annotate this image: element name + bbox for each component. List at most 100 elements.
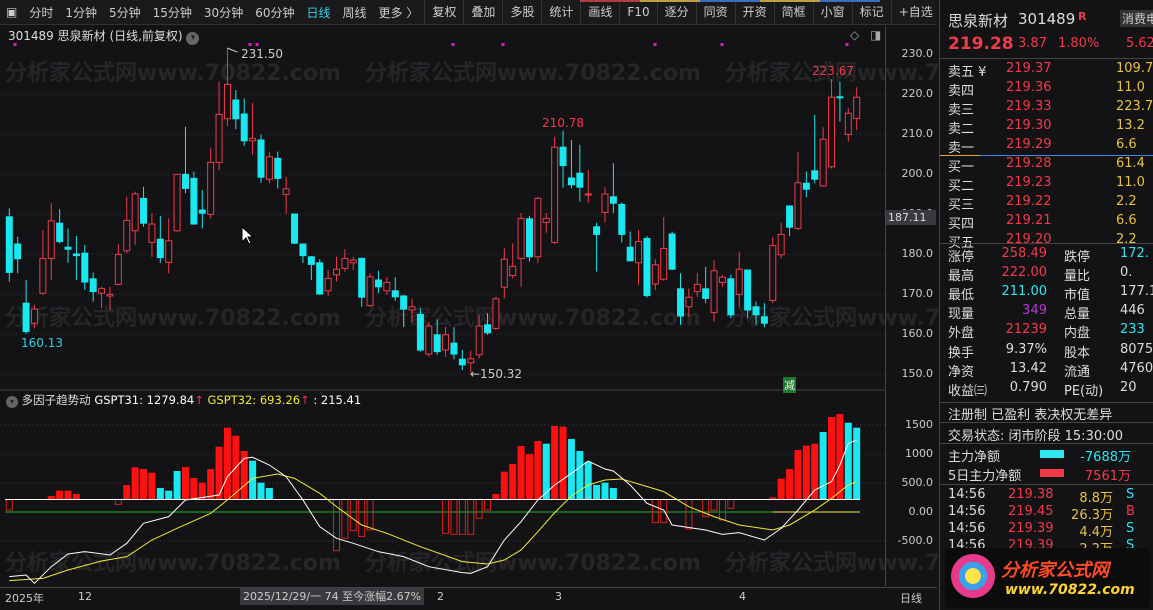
candle[interactable] (349, 256, 357, 270)
candle[interactable] (391, 277, 399, 301)
candle[interactable] (551, 136, 559, 244)
candle[interactable] (718, 274, 726, 287)
candle[interactable] (181, 126, 189, 194)
candle[interactable] (567, 140, 575, 189)
candle[interactable] (123, 196, 131, 254)
candle[interactable] (760, 303, 768, 328)
candle[interactable] (341, 249, 349, 272)
candle[interactable] (39, 230, 47, 295)
candle[interactable] (14, 236, 22, 274)
candle[interactable] (98, 286, 106, 309)
event-marker[interactable] (451, 43, 455, 46)
candle[interactable] (56, 209, 64, 244)
candle[interactable] (509, 243, 517, 279)
candle[interactable] (291, 213, 299, 244)
candle[interactable] (265, 151, 273, 184)
ask-row[interactable]: 卖一 219.29 6.6 (948, 137, 1153, 156)
candle[interactable] (618, 202, 626, 243)
candle[interactable] (685, 288, 693, 317)
ask-row[interactable]: 卖五 ¥ 219.37 109.7 (948, 61, 1153, 80)
candle[interactable] (710, 260, 718, 322)
candle[interactable] (677, 273, 684, 325)
candle[interactable] (257, 134, 265, 183)
candle[interactable] (593, 222, 601, 272)
candle[interactable] (786, 205, 794, 236)
candle[interactable] (601, 187, 609, 223)
candle[interactable] (484, 313, 492, 335)
candle[interactable] (492, 296, 500, 330)
candle[interactable] (542, 213, 550, 233)
candle[interactable] (282, 176, 290, 214)
ask-row[interactable]: 卖二 219.30 13.2 (948, 118, 1153, 137)
candle[interactable] (358, 257, 366, 307)
candle[interactable] (609, 163, 617, 213)
candle[interactable] (64, 228, 72, 263)
candle[interactable] (458, 350, 466, 370)
kline-chart[interactable] (0, 0, 885, 586)
candle[interactable] (383, 276, 391, 295)
event-marker[interactable] (501, 43, 505, 46)
candle[interactable] (500, 248, 508, 299)
candle[interactable] (408, 298, 416, 324)
candle[interactable] (668, 231, 676, 270)
candle[interactable] (240, 98, 248, 146)
candle[interactable] (475, 314, 483, 359)
candle[interactable] (106, 286, 114, 310)
candle[interactable] (400, 294, 408, 327)
candle[interactable] (173, 173, 181, 232)
candle[interactable] (442, 326, 450, 357)
candle[interactable] (131, 191, 139, 245)
candle[interactable] (844, 108, 852, 142)
candle[interactable] (140, 186, 148, 227)
event-marker[interactable] (653, 43, 657, 46)
candle[interactable] (89, 272, 97, 302)
candle[interactable] (643, 236, 651, 298)
bid-row[interactable]: 买二 219.23 11.0 (948, 175, 1153, 194)
candle[interactable] (324, 270, 332, 296)
candle[interactable] (433, 319, 441, 355)
candle[interactable] (651, 259, 659, 290)
sector-name[interactable]: 消费电 (1120, 10, 1153, 27)
candle[interactable] (81, 244, 89, 290)
candle[interactable] (744, 269, 752, 319)
candle[interactable] (307, 256, 315, 280)
candle[interactable] (828, 79, 836, 169)
ask-row[interactable]: 卖四 219.36 11.0 (948, 80, 1153, 99)
candle[interactable] (232, 90, 240, 130)
candle[interactable] (156, 216, 164, 263)
toolbar-button[interactable]: +自选 (890, 0, 940, 25)
candle[interactable] (576, 144, 584, 202)
candle[interactable] (584, 170, 592, 204)
candle[interactable] (148, 213, 156, 257)
candle[interactable] (752, 301, 760, 325)
ask-row[interactable]: 卖三 219.33 223.7 (948, 99, 1153, 118)
time-axis-period[interactable]: 日线 (900, 590, 922, 606)
candle[interactable] (374, 270, 382, 294)
candle[interactable] (30, 304, 38, 329)
candle[interactable] (735, 251, 743, 307)
candle[interactable] (299, 243, 307, 263)
bid-row[interactable]: 买三 219.22 2.2 (948, 194, 1153, 213)
candle[interactable] (333, 256, 341, 282)
candle[interactable] (190, 171, 198, 225)
candle[interactable] (769, 236, 777, 304)
event-marker[interactable] (255, 43, 259, 46)
candle[interactable] (114, 244, 122, 286)
candle[interactable] (450, 327, 458, 360)
event-marker[interactable] (248, 43, 252, 46)
candle[interactable] (47, 203, 55, 280)
candle[interactable] (727, 274, 735, 319)
candle[interactable] (794, 151, 802, 230)
candle[interactable] (534, 196, 542, 264)
candle[interactable] (702, 266, 710, 304)
candle[interactable] (249, 102, 257, 155)
bid-row[interactable]: 买一 219.28 61.4 (948, 156, 1153, 175)
candle[interactable] (525, 216, 533, 262)
candle[interactable] (198, 190, 206, 229)
candle[interactable] (223, 48, 231, 126)
candle[interactable] (811, 114, 819, 184)
candle[interactable] (316, 259, 324, 295)
candle[interactable] (274, 151, 282, 189)
candle[interactable] (693, 272, 701, 297)
candle[interactable] (207, 148, 215, 219)
